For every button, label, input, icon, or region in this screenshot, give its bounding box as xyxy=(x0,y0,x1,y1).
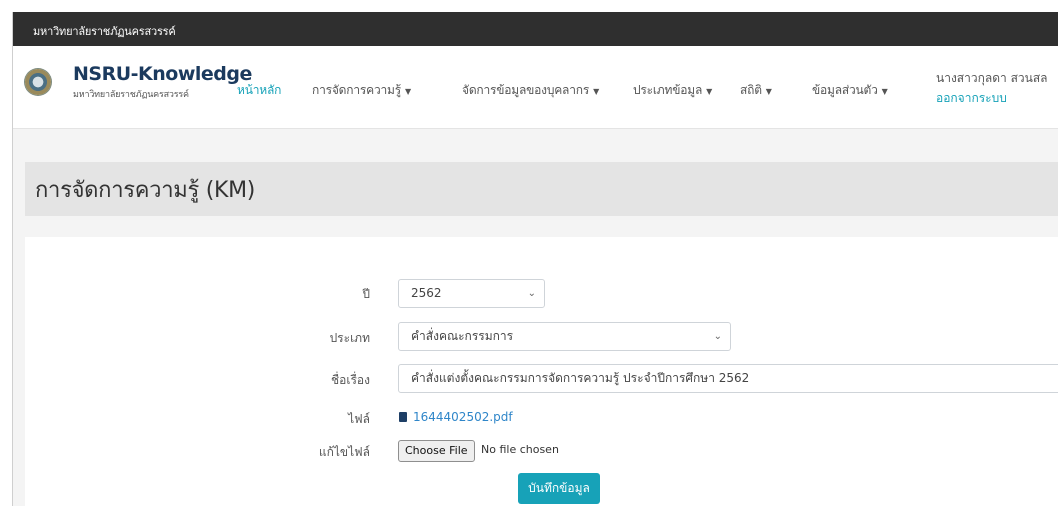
brand-name[interactable]: NSRU-Knowledge xyxy=(73,63,252,85)
user-name: นางสาวกุลดา สวนสล xyxy=(936,71,1048,85)
no-file-chosen-text: No file chosen xyxy=(481,443,559,456)
chevron-down-icon: ▼ xyxy=(706,87,713,96)
type-label: ประเภท xyxy=(329,331,370,345)
subject-label: ชื่อเรื่อง xyxy=(331,373,370,387)
chevron-down-icon: ▼ xyxy=(765,87,772,96)
year-label: ปี xyxy=(362,287,370,301)
document-icon xyxy=(399,412,407,422)
nav-home-label: หน้าหลัก xyxy=(237,83,282,97)
type-select[interactable]: คำสั่งคณะกรรมการ ⌄ xyxy=(398,322,731,351)
file-label: ไฟล์ xyxy=(348,412,370,426)
nav-statistics-label: สถิติ xyxy=(740,83,762,97)
nav-home[interactable]: หน้าหลัก xyxy=(237,81,281,100)
subject-input[interactable]: คำสั่งแต่งตั้งคณะกรรมการจัดการความรู้ ปร… xyxy=(398,364,1061,393)
subject-input-value: คำสั่งแต่งตั้งคณะกรรมการจัดการความรู้ ปร… xyxy=(411,371,750,385)
brand-subtitle: มหาวิทยาลัยราชภัฏนครสวรรค์ xyxy=(73,90,189,100)
nav-statistics[interactable]: สถิติ ▼ xyxy=(740,81,772,100)
nav-personnel-data[interactable]: จัดการข้อมูลของบุคลากร ▼ xyxy=(462,81,599,100)
nav-profile-label: ข้อมูลส่วนตัว xyxy=(812,83,878,97)
top-strip: มหาวิทยาลัยราชภัฏนครสวรรค์ xyxy=(13,12,1061,46)
top-strip-university: มหาวิทยาลัยราชภัฏนครสวรรค์ xyxy=(33,25,176,38)
logout-link[interactable]: ออกจากระบบ xyxy=(936,89,1007,108)
choose-file-button[interactable]: Choose File xyxy=(398,440,475,462)
navbar: NSRU-Knowledge มหาวิทยาลัยราชภัฏนครสวรรค… xyxy=(13,46,1061,129)
type-select-value: คำสั่งคณะกรรมการ xyxy=(411,329,514,343)
year-select[interactable]: 2562 ⌄ xyxy=(398,279,545,308)
edit-file-label: แก้ไขไฟล์ xyxy=(318,445,370,459)
browser-viewport: มหาวิทยาลัยราชภัฏนครสวรรค์ NSRU-Knowledg… xyxy=(12,12,1061,506)
chevron-down-icon: ▼ xyxy=(404,87,411,96)
nav-data-types[interactable]: ประเภทข้อมูล ▼ xyxy=(633,81,712,100)
nav-knowledge-management[interactable]: การจัดการความรู้ ▼ xyxy=(312,81,411,100)
nav-data-types-label: ประเภทข้อมูล xyxy=(633,83,703,97)
page-title: การจัดการความรู้ (KM) xyxy=(35,178,256,203)
page-header: การจัดการความรู้ (KM) xyxy=(25,162,1061,216)
chevron-down-icon: ▼ xyxy=(881,87,888,96)
nav-profile[interactable]: ข้อมูลส่วนตัว ▼ xyxy=(812,81,888,100)
year-select-value: 2562 xyxy=(411,286,442,300)
file-name: 1644402502.pdf xyxy=(413,410,513,424)
chevron-down-icon: ⌄ xyxy=(713,331,722,342)
nav-knowledge-management-label: การจัดการความรู้ xyxy=(312,83,401,97)
chevron-down-icon: ⌄ xyxy=(527,288,536,299)
save-button[interactable]: บันทึกข้อมูล xyxy=(518,473,600,504)
chevron-down-icon: ▼ xyxy=(593,87,600,96)
km-edit-form: ปี 2562 ⌄ ประเภท คำสั่งคณะกรรมการ ⌄ ชื่อ… xyxy=(25,237,1061,506)
nav-personnel-data-label: จัดการข้อมูลของบุคลากร xyxy=(462,83,590,97)
university-logo-icon[interactable] xyxy=(25,69,51,95)
file-link[interactable]: 1644402502.pdf xyxy=(399,410,513,424)
